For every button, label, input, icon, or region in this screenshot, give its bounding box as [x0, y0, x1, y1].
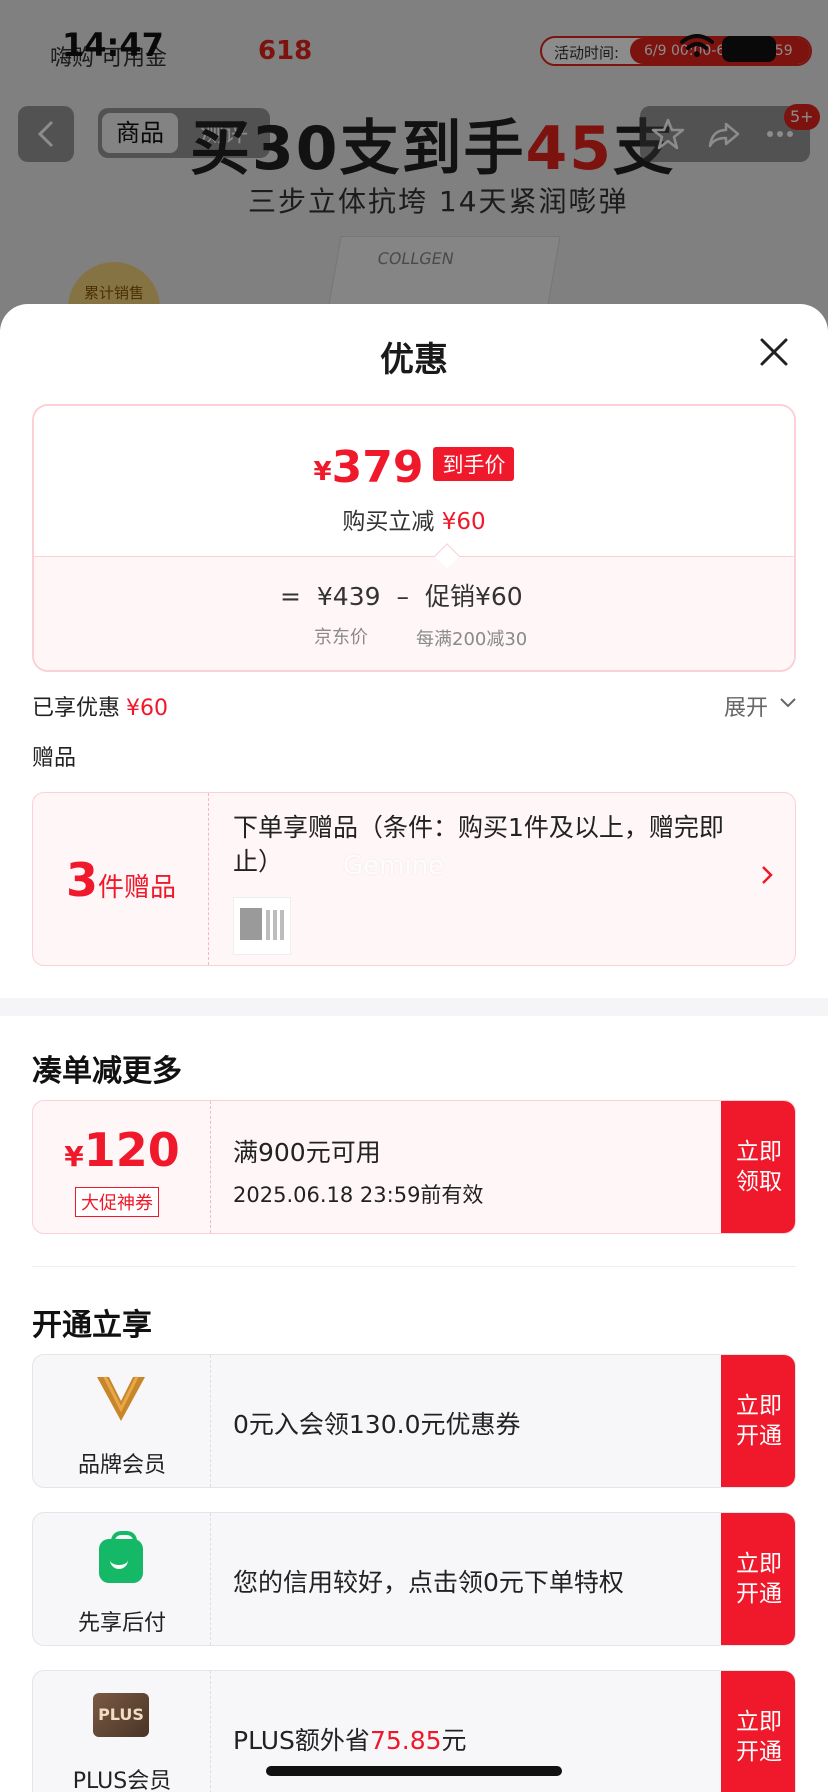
- formula-minus: –: [396, 582, 409, 611]
- plus-offer-amount: 75.85: [369, 1726, 442, 1755]
- gift-count-box: 3件赠品: [33, 793, 209, 965]
- coupon-validity: 2025.06.18 23:59前有效: [233, 1183, 484, 1207]
- final-price: ¥379 到手价: [34, 442, 794, 493]
- gift-thumb-stick: [273, 910, 277, 940]
- gift-count: 3件赠品: [33, 853, 209, 907]
- open-plus-member-button[interactable]: 立即开通: [721, 1671, 795, 1792]
- coupon-amount-box: ¥120 大促神券: [33, 1101, 211, 1233]
- final-price-yen: ¥: [313, 457, 332, 487]
- coupon-yen: ¥: [64, 1140, 84, 1173]
- promo-caption: 每满200减30: [416, 629, 528, 650]
- plus-member-logo-box: PLUS PLUS会员: [33, 1671, 211, 1792]
- sheet-title: 优惠: [380, 340, 448, 380]
- claim-coupon-label: 立即领取: [736, 1139, 782, 1195]
- expand-label: 展开: [724, 696, 769, 721]
- price-formula: = ¥439 – 促销¥60 京东价 每满200减30: [34, 556, 794, 670]
- brand-member-row: 品牌会员 0元入会领130.0元优惠券 立即开通: [32, 1354, 796, 1488]
- expand-toggle[interactable]: 展开: [724, 690, 796, 722]
- coupon-condition: 满900元可用: [233, 1138, 381, 1167]
- discount-sheet: 优惠 ¥379 到手价 购买立减 ¥60 = ¥439 – 促销¥60 京东价 每…: [0, 304, 828, 1792]
- coupon-card: ¥120 大促神券 满900元可用 2025.06.18 23:59前有效 立即…: [32, 1100, 796, 1234]
- plus-member-name: PLUS会员: [72, 1769, 172, 1792]
- home-indicator[interactable]: [266, 1766, 562, 1776]
- gift-thumb-stick: [280, 910, 284, 940]
- plus-offer-suffix: 元: [441, 1726, 467, 1755]
- open-brand-member-label: 立即开通: [736, 1393, 782, 1449]
- coupon-tag: 大促神券: [75, 1187, 159, 1217]
- brand-member-offer: 0元入会领130.0元优惠券: [233, 1410, 521, 1439]
- dim-overlay[interactable]: [0, 0, 828, 330]
- final-price-tag: 到手价: [433, 447, 515, 481]
- open-pay-later-label: 立即开通: [736, 1551, 782, 1607]
- coupon-amount: ¥120: [33, 1123, 211, 1177]
- gift-count-number: 3: [65, 853, 98, 907]
- pay-later-name: 先享后付: [77, 1611, 166, 1636]
- price-summary: ¥379 到手价 购买立减 ¥60: [34, 406, 794, 556]
- formula-line: = ¥439 – 促销¥60: [280, 577, 531, 613]
- gift-section-label: 赠品: [32, 746, 77, 771]
- instant-discount: 购买立减 ¥60: [34, 502, 794, 536]
- watermark-text: Gemine: [343, 851, 445, 881]
- close-icon[interactable]: [756, 334, 792, 370]
- gift-thumb-box: [240, 908, 262, 940]
- brand-member-logo-box: 品牌会员: [33, 1355, 211, 1487]
- pay-later-logo-box: 先享后付: [33, 1513, 211, 1645]
- brand-member-v-icon: [97, 1376, 145, 1421]
- open-membership-title: 开通立享: [32, 1308, 152, 1343]
- final-price-value: 379: [331, 442, 424, 493]
- chevron-right-icon: [762, 866, 773, 884]
- jd-price-caption: 京东价: [314, 627, 368, 648]
- enjoyed-discount: 已享优惠 ¥60: [32, 690, 168, 722]
- enjoyed-label: 已享优惠: [32, 696, 121, 721]
- coupon-value: 120: [83, 1123, 180, 1177]
- plus-offer-prefix: PLUS额外省: [233, 1726, 370, 1755]
- background-product-page: 嗨购 可用金 14:47 618 活动时间: 6/9 00:00-6/18 23…: [0, 0, 828, 330]
- jd-price-value: ¥439: [316, 582, 381, 611]
- instant-discount-label: 购买立减: [342, 509, 435, 535]
- thin-divider: [32, 1266, 796, 1267]
- promo-value: 促销¥60: [424, 582, 523, 611]
- gift-thumbnail[interactable]: [233, 897, 291, 955]
- more-discount-title: 凑单减更多: [32, 1054, 182, 1089]
- open-brand-member-button[interactable]: 立即开通: [721, 1355, 795, 1487]
- chevron-down-icon: [780, 698, 796, 708]
- open-plus-member-label: 立即开通: [736, 1709, 782, 1765]
- gift-count-unit: 件赠品: [98, 873, 177, 903]
- open-pay-later-button[interactable]: 立即开通: [721, 1513, 795, 1645]
- formula-equals: =: [280, 582, 301, 611]
- plus-logo-icon: PLUS: [93, 1693, 149, 1737]
- enjoyed-value: ¥60: [126, 696, 169, 721]
- gift-thumb-stick: [266, 910, 270, 940]
- brand-member-name: 品牌会员: [77, 1453, 166, 1478]
- pay-later-row: 先享后付 您的信用较好，点击领0元下单特权 立即开通: [32, 1512, 796, 1646]
- price-card: ¥379 到手价 购买立减 ¥60 = ¥439 – 促销¥60 京东价 每满20…: [32, 404, 796, 672]
- claim-coupon-button[interactable]: 立即领取: [721, 1101, 795, 1233]
- gift-card[interactable]: 3件赠品 下单享赠品（条件：购买1件及以上，赠完即止） Gemine: [32, 792, 796, 966]
- pay-later-offer: 您的信用较好，点击领0元下单特权: [233, 1568, 624, 1597]
- section-divider: [0, 998, 828, 1016]
- plus-member-offer: PLUS额外省75.85元: [233, 1721, 467, 1757]
- shopping-bag-icon: [99, 1531, 143, 1583]
- instant-discount-value: ¥60: [441, 509, 486, 535]
- gift-description: 下单享赠品（条件：购买1件及以上，赠完即止）: [233, 813, 724, 876]
